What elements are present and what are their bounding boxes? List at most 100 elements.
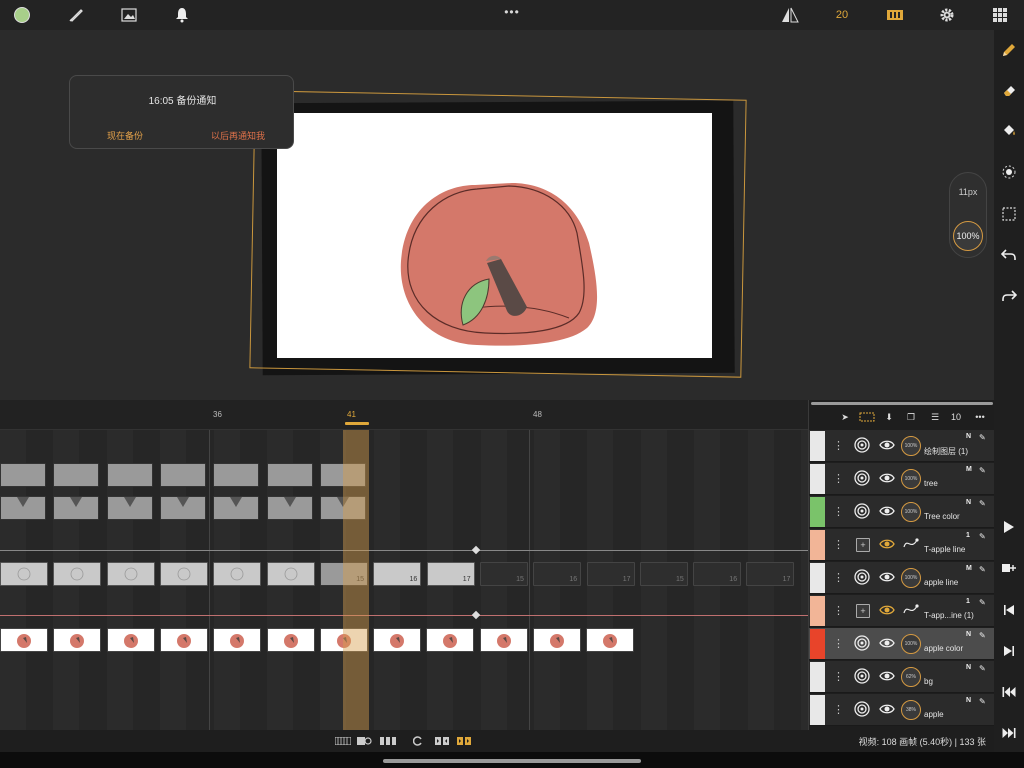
apple-line-frame-cell[interactable]: 17 [426, 562, 475, 586]
image-button[interactable] [119, 5, 139, 25]
tree-frame-cell[interactable] [106, 463, 153, 487]
backup-now-button[interactable]: 现在备份 [107, 129, 143, 142]
first-frame-button[interactable] [999, 682, 1019, 702]
layer-edit-pencil-icon[interactable]: ✎ [979, 631, 986, 640]
layer-edit-pencil-icon[interactable]: ✎ [979, 565, 986, 574]
tree-color-frame-cell[interactable] [213, 496, 260, 520]
layer-row[interactable]: ⋮ 100% apple line M ✎ [809, 562, 994, 594]
layer-row[interactable]: ⋮ 62% bg N ✎ [809, 661, 994, 693]
apple-color-frame-cell[interactable] [533, 628, 581, 652]
layer-edit-pencil-icon[interactable]: ✎ [979, 499, 986, 508]
layer-row[interactable]: ⋮ 100% tree M ✎ [809, 463, 994, 495]
layers-more-button[interactable]: ••• [973, 411, 987, 423]
apple-color-frame-cell[interactable] [373, 628, 422, 652]
brush-tool-button[interactable] [66, 5, 86, 25]
layer-blend-flag[interactable]: M [966, 565, 972, 572]
apple-line-frame-cell[interactable] [0, 562, 48, 586]
fill-tool-button[interactable] [999, 120, 1019, 140]
layer-stack-button[interactable]: ☰ [929, 411, 941, 423]
range-select-button[interactable] [859, 411, 875, 423]
apple-line-frame-cell[interactable]: 16 [373, 562, 422, 586]
transform-icon[interactable]: + [856, 604, 870, 618]
layer-edit-pencil-icon[interactable]: ✎ [979, 532, 986, 541]
frame-layout-button[interactable] [380, 736, 396, 746]
tree-frame-cell[interactable] [53, 463, 100, 487]
apple-line-frame-cell[interactable]: 16 [533, 562, 582, 586]
visibility-eye-icon[interactable] [879, 603, 895, 617]
range-end-button[interactable] [457, 736, 471, 746]
flip-canvas-button[interactable] [780, 5, 800, 25]
layer-menu-button[interactable]: ⋮ [833, 538, 844, 551]
home-indicator[interactable] [383, 759, 641, 763]
layer-edit-pencil-icon[interactable]: ✎ [979, 433, 986, 442]
layer-opacity-thumbnail[interactable]: 38% [901, 700, 921, 720]
apple-color-frame-cell[interactable] [159, 628, 208, 652]
timeline-panel[interactable]: 36 41 48 15 16 17 15 16 17 15 16 17 [0, 400, 808, 730]
layer-row[interactable]: ⋮ + T-apple line 1 ✎ [809, 529, 994, 561]
layer-blend-flag[interactable]: N [966, 664, 971, 671]
selection-tool-button[interactable] [999, 204, 1019, 224]
visibility-eye-icon[interactable] [879, 504, 895, 518]
layer-menu-button[interactable]: ⋮ [833, 703, 844, 716]
keyframe-marker[interactable] [471, 610, 481, 620]
onion-skin-icon[interactable] [854, 668, 870, 684]
layer-row[interactable]: ⋮ 38% apple N ✎ [809, 694, 994, 726]
frame-ruler[interactable]: 36 41 48 [0, 400, 808, 430]
apple-line-frame-cell[interactable]: 17 [746, 562, 795, 586]
layer-row[interactable]: ⋮ + T-app...ine (1) 1 ✎ [809, 595, 994, 627]
tree-color-frame-cell[interactable] [266, 496, 313, 520]
playhead-marker[interactable] [345, 422, 369, 425]
apple-color-frame-cell[interactable] [106, 628, 155, 652]
tree-frame-cell[interactable] [213, 463, 260, 487]
eraser-tool-button[interactable] [999, 80, 1019, 100]
layer-opacity-thumbnail[interactable]: 100% [901, 469, 921, 489]
layer-color-swatch[interactable] [810, 464, 825, 494]
layer-color-swatch[interactable] [810, 563, 825, 593]
onion-skin-icon[interactable] [854, 470, 870, 486]
layer-color-swatch[interactable] [810, 629, 825, 659]
timeline-toggle-button[interactable] [885, 5, 905, 25]
apple-color-frame-cell[interactable] [53, 628, 102, 652]
frame-zoom-button[interactable] [357, 736, 373, 746]
layer-blend-flag[interactable]: 1 [966, 598, 970, 605]
layer-opacity-thumbnail[interactable]: 62% [901, 667, 921, 687]
layer-row[interactable]: ⋮ 100% Tree color N ✎ [809, 496, 994, 528]
layer-color-swatch[interactable] [810, 596, 825, 626]
canvas-area[interactable]: 11px 100% 16:05 备份通知 现在备份 以后再通知我 [0, 30, 994, 400]
layer-row[interactable]: ⋮ 100% apple color N ✎ [809, 628, 994, 660]
tree-frame-cell[interactable] [0, 463, 46, 487]
layer-edit-pencil-icon[interactable]: ✎ [979, 466, 986, 475]
layer-color-swatch[interactable] [810, 662, 825, 692]
onion-skin-button[interactable] [335, 736, 351, 746]
apple-line-frame-cell[interactable]: 15 [479, 562, 528, 586]
settings-button[interactable] [937, 5, 957, 25]
undo-button[interactable] [999, 245, 1019, 265]
layer-menu-button[interactable]: ⋮ [833, 472, 844, 485]
apple-color-frame-cell[interactable] [266, 628, 315, 652]
layer-menu-button[interactable]: ⋮ [833, 670, 844, 683]
loop-button[interactable] [413, 736, 423, 746]
notification-button[interactable] [172, 5, 192, 25]
range-start-button[interactable] [435, 736, 449, 746]
apple-color-frame-cell[interactable] [586, 628, 635, 652]
onion-skin-icon[interactable] [854, 437, 870, 453]
play-button[interactable] [999, 517, 1019, 537]
pencil-tool-button[interactable] [999, 40, 1019, 60]
transform-icon[interactable]: + [856, 538, 870, 552]
layer-blend-flag[interactable]: 1 [966, 532, 970, 539]
redo-button[interactable] [999, 286, 1019, 306]
onion-skin-icon[interactable] [854, 503, 870, 519]
visibility-eye-icon[interactable] [879, 669, 895, 683]
onion-skin-icon[interactable] [854, 569, 870, 585]
tree-color-frame-cell[interactable] [0, 496, 46, 520]
layer-edit-pencil-icon[interactable]: ✎ [979, 664, 986, 673]
layer-blend-flag[interactable]: N [966, 433, 971, 440]
layer-row[interactable]: ⋮ 100% 绘制图层 (1) N ✎ [809, 430, 994, 462]
visibility-eye-icon[interactable] [879, 471, 895, 485]
tree-color-frame-cell[interactable] [106, 496, 153, 520]
layer-opacity-thumbnail[interactable]: 100% [901, 568, 921, 588]
layer-opacity-thumbnail[interactable]: 100% [901, 634, 921, 654]
drawing-canvas[interactable] [277, 113, 712, 358]
select-layer-button[interactable]: ➤ [839, 411, 851, 423]
apple-color-frame-cell[interactable] [213, 628, 262, 652]
